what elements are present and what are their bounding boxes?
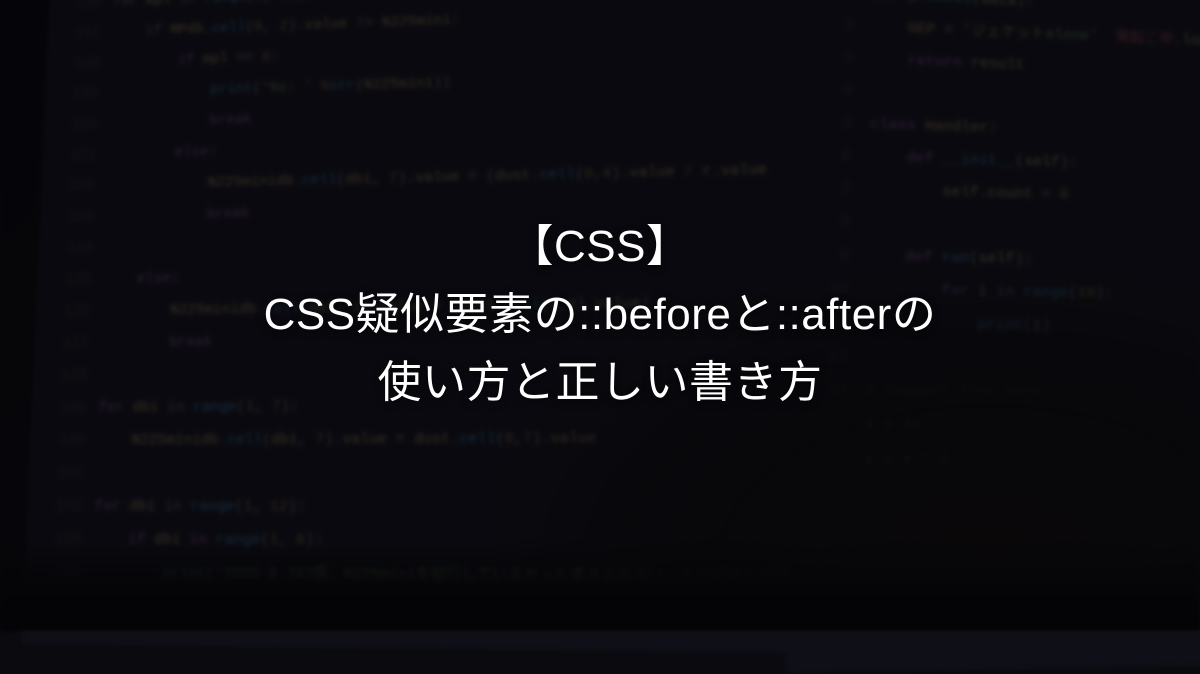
title-container: 【CSS】 CSS疑似要素の::beforeと::afterの 使い方と正しい書…	[0, 0, 1200, 630]
title-line-3: 使い方と正しい書き方	[378, 349, 823, 417]
title-line-2: CSS疑似要素の::beforeと::afterの	[264, 281, 937, 349]
title-line-1: 【CSS】	[510, 213, 691, 281]
